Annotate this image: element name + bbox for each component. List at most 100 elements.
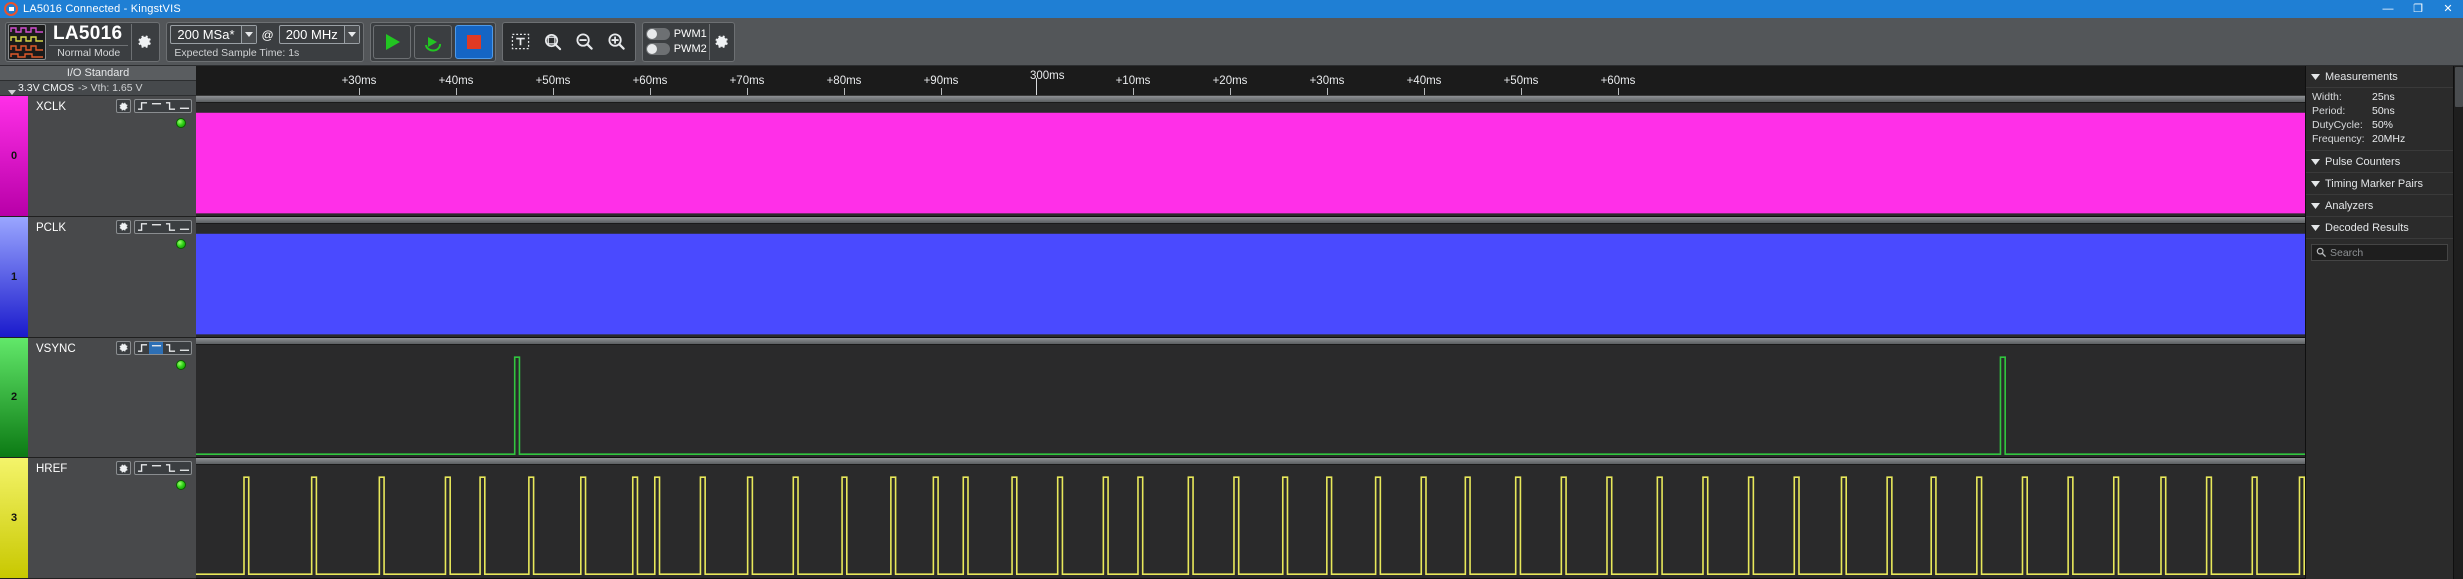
window-controls: — ❐ ✕	[2373, 0, 2463, 18]
falling-edge-icon[interactable]	[163, 100, 177, 112]
channel-row-vsync[interactable]: 2 VSYNC	[0, 337, 196, 459]
channel-index: 3	[10, 512, 18, 525]
low-level-icon[interactable]	[177, 342, 191, 354]
rising-edge-icon[interactable]	[135, 100, 149, 112]
rising-edge-icon[interactable]	[135, 342, 149, 354]
zoom-in-icon	[608, 33, 625, 50]
time-tick	[359, 88, 360, 95]
channel-color-strip: 3	[0, 458, 28, 578]
trigger-edge-group	[134, 219, 192, 234]
low-level-icon[interactable]	[177, 221, 191, 233]
channel-settings-button[interactable]	[116, 219, 131, 234]
time-tick	[1133, 88, 1134, 95]
section-header-decoded-results[interactable]: Decoded Results	[2306, 217, 2453, 239]
measurements-body: Width: 25ns Period: 50ns DutyCycle: 50% Freque…	[2306, 88, 2453, 151]
high-level-icon[interactable]	[149, 221, 163, 233]
trigger-edge-group	[134, 340, 192, 355]
pwm2-row[interactable]: PWM2	[645, 43, 707, 55]
io-standard-selector[interactable]: 3.3V CMOS -> Vth: 1.65 V	[0, 81, 196, 96]
section-header-analyzers[interactable]: Analyzers	[2306, 195, 2453, 217]
channel-color-strip: 2	[0, 337, 28, 458]
channel-index: 1	[10, 270, 18, 283]
waveform-href[interactable]	[196, 458, 2305, 579]
time-tick	[1618, 88, 1619, 95]
stop-capture-button[interactable]	[454, 24, 493, 59]
pwm1-row[interactable]: PWM1	[645, 28, 707, 40]
time-tick	[1036, 78, 1037, 95]
section-title: Measurements	[2325, 71, 2398, 83]
pwm1-toggle-icon[interactable]	[645, 28, 670, 40]
channel-settings-button[interactable]	[116, 340, 131, 355]
channel-settings-button[interactable]	[116, 99, 131, 113]
pwm-settings-button[interactable]	[708, 23, 733, 60]
text-marker-button[interactable]	[506, 25, 536, 59]
triangle-down-icon	[2311, 156, 2320, 168]
device-settings-button[interactable]	[131, 23, 157, 60]
pwm2-label: PWM2	[673, 43, 707, 55]
channel-name: PCLK	[36, 221, 67, 234]
chevron-down-icon[interactable]	[343, 26, 359, 43]
section-header-pulse-counters[interactable]: Pulse Counters	[2306, 151, 2453, 173]
high-level-icon[interactable]	[149, 462, 163, 474]
section-header-timing-marker-pairs[interactable]: Timing Marker Pairs	[2306, 173, 2453, 195]
channel-name: HREF	[36, 463, 68, 476]
time-tick	[1424, 88, 1425, 95]
right-sidebar: Measurements Width: 25ns Period: 50ns DutyCy…	[2305, 66, 2453, 579]
waveform-pclk[interactable]	[196, 216, 2305, 338]
minimize-button[interactable]: —	[2373, 0, 2403, 18]
loop-capture-button[interactable]	[413, 24, 452, 59]
waveform-thumbnail-icon	[8, 23, 46, 60]
channel-index: 0	[10, 149, 18, 162]
waveform-xclk[interactable]	[196, 96, 2305, 217]
zoom-out-button[interactable]	[570, 25, 600, 59]
scrollbar-thumb[interactable]	[2455, 67, 2463, 107]
at-symbol: @	[261, 27, 274, 42]
low-level-icon[interactable]	[177, 100, 191, 112]
maximize-button[interactable]: ❐	[2403, 0, 2433, 18]
time-label: +90ms	[923, 75, 959, 87]
measurement-row: DutyCycle: 50%	[2306, 118, 2453, 132]
channel-tools	[116, 340, 192, 355]
play-icon	[385, 33, 400, 50]
high-level-icon[interactable]	[149, 100, 163, 112]
zoom-fit-button[interactable]	[538, 25, 568, 59]
rising-edge-icon[interactable]	[135, 462, 149, 474]
channel-settings-button[interactable]	[116, 461, 131, 476]
io-standard-threshold: -> Vth: 1.65 V	[78, 82, 143, 94]
section-title: Analyzers	[2325, 200, 2374, 212]
waveform-rows	[196, 96, 2305, 579]
sample-rate-combo[interactable]: 200 MHz	[278, 25, 360, 44]
low-level-icon[interactable]	[177, 462, 191, 474]
close-button[interactable]: ✕	[2433, 0, 2463, 18]
channel-active-led-icon	[176, 238, 186, 249]
rising-edge-icon[interactable]	[135, 221, 149, 233]
trigger-edge-group	[134, 461, 192, 476]
time-label: +80ms	[826, 75, 862, 87]
falling-edge-icon[interactable]	[163, 342, 177, 354]
search-box[interactable]: Search	[2311, 244, 2448, 261]
high-level-icon[interactable]	[149, 341, 163, 354]
pwm2-toggle-icon[interactable]	[645, 43, 670, 55]
section-title: Decoded Results	[2325, 222, 2409, 234]
channel-row-xclk[interactable]: 0 XCLK	[0, 96, 196, 217]
waveform-vsync[interactable]	[196, 337, 2305, 459]
section-header-measurements[interactable]: Measurements	[2306, 66, 2453, 88]
time-ruler[interactable]: +30ms +40ms +50ms +60ms +70ms +80ms +90ms 300ms…	[196, 66, 2305, 96]
channel-tools	[116, 219, 192, 234]
device-info: LA5016 Normal Mode	[49, 24, 129, 60]
falling-edge-icon[interactable]	[163, 221, 177, 233]
zoom-in-button[interactable]	[602, 25, 632, 59]
time-label: +50ms	[535, 75, 571, 87]
measurement-value: 25ns	[2372, 91, 2395, 103]
zoom-fit-icon	[545, 33, 562, 51]
sample-depth-combo[interactable]: 200 MSa*	[170, 25, 257, 44]
vertical-scrollbar[interactable]	[2453, 66, 2463, 579]
pwm-toggles: PWM1 PWM2	[645, 24, 707, 60]
channel-row-pclk[interactable]: 1 PCLK	[0, 216, 196, 338]
start-capture-button[interactable]	[372, 24, 411, 59]
chevron-down-icon[interactable]	[240, 26, 256, 43]
title-bar: LA5016 Connected - KingstVIS — ❐ ✕	[0, 0, 2463, 18]
sample-settings-group: 200 MSa* @ 200 MHz Expected Sample Time:…	[166, 21, 364, 62]
falling-edge-icon[interactable]	[163, 462, 177, 474]
channel-row-href[interactable]: 3 HREF	[0, 458, 196, 579]
